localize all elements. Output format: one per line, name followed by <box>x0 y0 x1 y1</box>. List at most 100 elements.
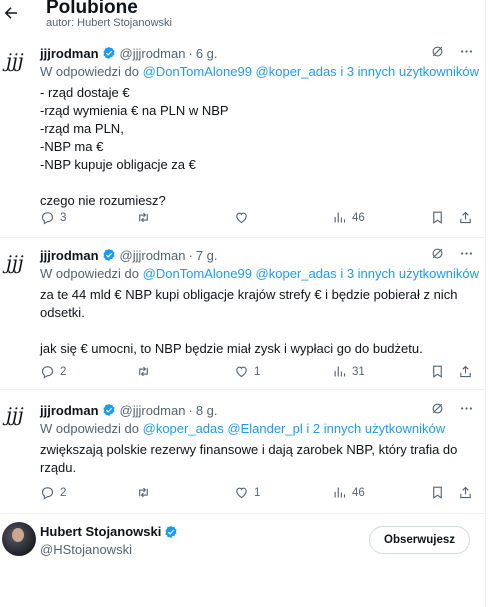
page-header: Polubione autor: Hubert Stojanowski <box>0 0 486 38</box>
profile-handle[interactable]: @HStojanowski <box>40 542 132 557</box>
author-handle[interactable]: @jjjrodman <box>120 403 186 418</box>
like-button[interactable]: 1 <box>234 364 260 379</box>
tweet-text: za te 44 mld € NBP kupi obligacje krajów… <box>40 287 458 356</box>
author-handle[interactable]: @jjjrodman <box>120 248 186 263</box>
views-icon <box>334 212 346 223</box>
reply-count: 2 <box>60 365 67 378</box>
author-name[interactable]: jjjrodman <box>40 248 99 263</box>
reply-icon <box>41 366 54 379</box>
reply-context: W odpowiedzi do @DonTomAlone99 @koper_ad… <box>40 63 479 80</box>
like-icon <box>236 487 247 499</box>
share-button[interactable] <box>458 364 473 379</box>
like-count: 1 <box>254 486 261 499</box>
author-name[interactable]: jjjrodman <box>40 46 99 61</box>
profile-name[interactable]: Hubert Stojanowski <box>40 524 161 539</box>
tweet-header: jjjrodman @jjjrodman · 6 g. <box>40 43 474 63</box>
tweet-text: - rząd dostaje € -rząd wymienia € na PLN… <box>40 85 229 208</box>
reply-mentions[interactable]: @koper_adas @Elander_pl <box>143 421 303 436</box>
repost-button[interactable] <box>136 485 156 500</box>
reply-button[interactable]: 2 <box>40 485 66 500</box>
reply-count: 3 <box>60 211 67 224</box>
reply-context: W odpowiedzi do @DonTomAlone99 @koper_ad… <box>40 265 479 282</box>
avatar[interactable]: jjj <box>6 252 30 276</box>
like-button[interactable]: 1 <box>234 485 260 500</box>
verified-badge-icon <box>102 403 115 417</box>
verified-badge-icon <box>102 248 115 262</box>
grok-icon[interactable] <box>430 44 445 59</box>
reply-button[interactable]: 2 <box>40 364 66 379</box>
bookmark-icon <box>433 486 442 499</box>
views-count: 46 <box>352 211 365 224</box>
avatar[interactable]: jjj <box>6 404 30 428</box>
repost-button[interactable] <box>136 210 156 225</box>
bookmark-button[interactable] <box>430 210 445 225</box>
share-button[interactable] <box>458 485 473 500</box>
separator-dot: · <box>188 402 193 418</box>
reply-mentions[interactable]: @DonTomAlone99 @koper_adas <box>143 266 337 281</box>
page-subtitle: autor: Hubert Stojanowski <box>46 17 172 29</box>
repost-icon <box>139 487 148 498</box>
bookmark-button[interactable] <box>430 485 445 500</box>
repost-button[interactable] <box>136 364 156 379</box>
tweet-actions: 3 46 <box>40 210 473 228</box>
tweet-text: zwiększają polskie rezerwy finansowe i d… <box>40 442 458 475</box>
bookmark-button[interactable] <box>430 364 445 379</box>
like-button[interactable] <box>234 210 254 225</box>
grok-icon[interactable] <box>430 246 445 261</box>
reply-count: 2 <box>60 486 67 499</box>
timestamp[interactable]: 6 g. <box>196 46 218 61</box>
views-icon <box>334 487 346 498</box>
timestamp[interactable]: 7 g. <box>196 248 218 263</box>
author-handle[interactable]: @jjjrodman <box>120 46 186 61</box>
following-button[interactable]: Obserwujesz <box>369 526 470 554</box>
reply-prefix: W odpowiedzi do <box>40 421 139 436</box>
verified-badge-icon <box>102 46 115 60</box>
reply-more-users[interactable]: i 3 innych użytkowników <box>340 64 479 79</box>
bookmark-icon <box>433 365 442 378</box>
views-icon <box>334 366 346 377</box>
verified-badge-icon <box>165 525 177 538</box>
like-icon <box>236 366 247 378</box>
share-icon <box>460 211 471 224</box>
share-icon <box>460 365 471 378</box>
profile-card[interactable]: Hubert Stojanowski @HStojanowski Obserwu… <box>0 514 486 574</box>
profile-name-row[interactable]: Hubert Stojanowski <box>40 524 178 539</box>
reply-context: W odpowiedzi do @koper_adas @Elander_pl … <box>40 420 474 437</box>
share-button[interactable] <box>458 210 473 225</box>
reply-more-users[interactable]: i 2 innych użytkowników <box>306 421 445 436</box>
views-count: 46 <box>352 486 365 499</box>
share-icon <box>460 486 471 499</box>
tweet-actions: 2 1 31 <box>40 364 473 382</box>
tweet-actions: 2 1 46 <box>40 485 473 503</box>
timestamp[interactable]: 8 g. <box>196 403 218 418</box>
views-count: 31 <box>352 365 365 378</box>
more-icon[interactable] <box>459 44 474 59</box>
tweet[interactable]: jjj jjjrodman @jjjrodman · 7 g. W odpowi… <box>0 238 486 390</box>
more-icon[interactable] <box>459 401 474 416</box>
reply-prefix: W odpowiedzi do <box>40 266 139 281</box>
reply-more-users[interactable]: i 3 innych użytkowników <box>340 266 479 281</box>
tweet-header: jjjrodman @jjjrodman · 7 g. <box>40 245 474 265</box>
profile-avatar[interactable] <box>2 522 36 556</box>
reply-prefix: W odpowiedzi do <box>40 64 139 79</box>
back-arrow-icon[interactable] <box>2 4 20 22</box>
tweet[interactable]: jjj jjjrodman @jjjrodman · 6 g. W odpowi… <box>0 38 486 238</box>
like-count: 1 <box>254 365 261 378</box>
reply-icon <box>41 212 54 225</box>
like-icon <box>236 212 247 224</box>
repost-icon <box>139 366 148 377</box>
repost-icon <box>139 212 148 223</box>
bookmark-icon <box>433 211 442 224</box>
author-name[interactable]: jjjrodman <box>40 403 99 418</box>
more-icon[interactable] <box>459 246 474 261</box>
grok-icon[interactable] <box>430 401 445 416</box>
views-button[interactable]: 46 <box>332 485 365 500</box>
reply-mentions[interactable]: @DonTomAlone99 @koper_adas <box>143 64 337 79</box>
separator-dot: · <box>188 247 193 263</box>
views-button[interactable]: 31 <box>332 364 365 379</box>
tweet[interactable]: jjj jjjrodman @jjjrodman · 8 g. W odpowi… <box>0 390 486 514</box>
avatar[interactable]: jjj <box>6 50 30 74</box>
views-button[interactable]: 46 <box>332 210 365 225</box>
separator-dot: · <box>188 45 193 61</box>
reply-button[interactable]: 3 <box>40 210 66 225</box>
